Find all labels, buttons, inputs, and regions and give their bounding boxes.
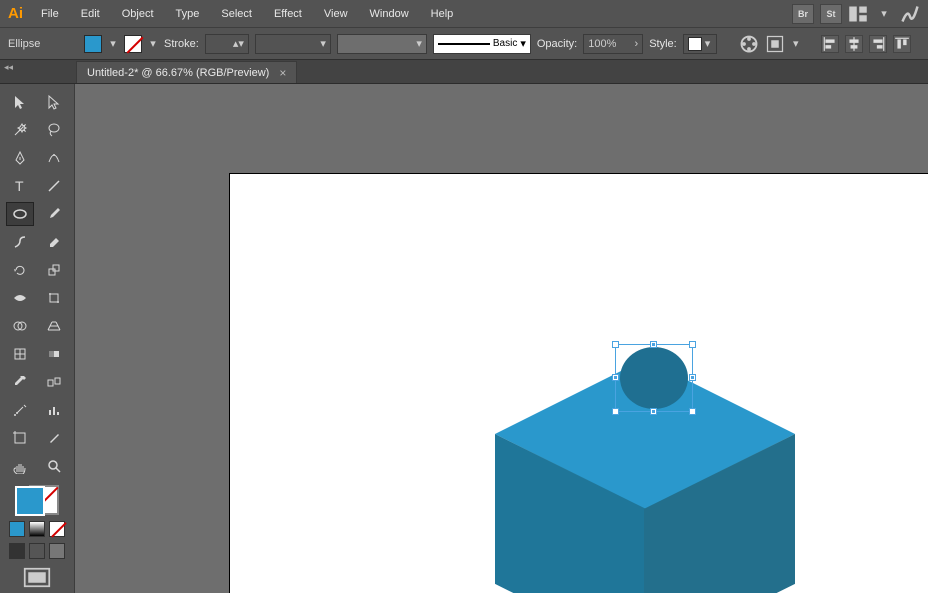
line-tool[interactable] [40,174,68,198]
free-transform-tool[interactable] [40,286,68,310]
control-bar: Ellipse ▾ ▾ Stroke: ▴▾ ▾ ▾ Basic ▾ Opaci… [0,28,928,60]
scale-tool[interactable] [40,258,68,282]
stroke-swatch[interactable] [124,35,142,53]
canvas[interactable] [75,84,928,593]
resize-handle[interactable] [612,408,619,415]
eraser-tool[interactable] [40,230,68,254]
fill-dropdown-icon[interactable]: ▾ [108,35,118,53]
variable-width-profile[interactable]: ▾ [255,34,331,54]
collapse-panel-icon[interactable]: ◂◂ [4,62,13,73]
close-icon[interactable]: × [279,66,286,80]
fill-swatch[interactable] [84,35,102,53]
pencil-tool[interactable] [6,230,34,254]
hand-tool[interactable] [6,454,34,478]
align-panel-icon[interactable] [765,34,785,54]
shape-builder-tool[interactable] [6,314,34,338]
resize-handle[interactable] [689,341,696,348]
app-logo: Ai [8,5,23,22]
selection-bounding-box[interactable] [615,344,693,412]
menu-window[interactable]: Window [362,4,417,24]
document-tab-strip: ◂◂ Untitled-2* @ 66.67% (RGB/Preview) × [0,60,928,84]
zoom-tool[interactable] [40,454,68,478]
ellipse-tool[interactable] [6,202,34,226]
gpu-performance-icon[interactable] [900,4,920,24]
mesh-tool[interactable] [6,342,34,366]
type-tool[interactable]: T [6,174,34,198]
align-left-button[interactable] [821,35,839,53]
chevron-down-icon[interactable]: ▾ [874,4,894,24]
selection-tool[interactable] [6,90,34,114]
anchor-point[interactable] [651,342,656,347]
menu-help[interactable]: Help [423,4,462,24]
stroke-weight-input[interactable]: ▴▾ [205,34,249,54]
anchor-point[interactable] [651,409,656,414]
stepper-icon[interactable]: ▴▾ [233,37,244,50]
stroke-dropdown-icon[interactable]: ▾ [148,35,158,53]
magic-wand-tool[interactable] [6,118,34,142]
graphic-style[interactable]: ▾ [683,34,717,54]
menu-edit[interactable]: Edit [73,4,108,24]
perspective-grid-tool[interactable] [40,314,68,338]
column-graph-tool[interactable] [40,398,68,422]
rotate-tool[interactable] [6,258,34,282]
selected-tool-label: Ellipse [8,38,78,50]
eyedropper-tool[interactable] [6,370,34,394]
curvature-tool[interactable] [40,146,68,170]
pen-tool[interactable] [6,146,34,170]
draw-behind-button[interactable] [29,543,45,559]
direct-selection-tool[interactable] [40,90,68,114]
menu-bar: Ai File Edit Object Type Select Effect V… [0,0,928,28]
symbol-sprayer-tool[interactable] [6,398,34,422]
document-tab[interactable]: Untitled-2* @ 66.67% (RGB/Preview) × [76,61,297,83]
menu-type[interactable]: Type [168,4,208,24]
lasso-tool[interactable] [40,118,68,142]
workspace: T [0,84,928,593]
opacity-label: Opacity: [537,38,577,50]
draw-inside-button[interactable] [49,543,65,559]
bridge-button[interactable]: Br [792,4,814,24]
menu-effect[interactable]: Effect [266,4,310,24]
paintbrush-tool[interactable] [40,202,68,226]
color-mode-button[interactable] [9,521,25,537]
menu-select[interactable]: Select [213,4,260,24]
menu-view[interactable]: View [316,4,356,24]
chevron-down-icon[interactable]: ▾ [320,37,326,50]
toolbox: T [0,84,75,593]
brush-definition[interactable]: Basic ▾ [433,34,531,54]
stroke-preview-icon [438,43,490,45]
align-center-h-button[interactable] [845,35,863,53]
anchor-point[interactable] [613,375,618,380]
slice-tool[interactable] [40,426,68,450]
align-top-button[interactable] [893,35,911,53]
gradient-mode-button[interactable] [29,521,45,537]
fill-indicator[interactable] [15,486,45,516]
anchor-point[interactable] [690,375,695,380]
none-mode-button[interactable] [49,521,65,537]
stock-button[interactable]: St [820,4,842,24]
svg-text:T: T [15,178,24,194]
screen-mode-button[interactable] [23,567,51,587]
fill-stroke-indicator[interactable] [15,486,59,515]
opacity-input[interactable]: 100%› [583,34,643,54]
recolor-artwork-icon[interactable] [739,34,759,54]
style-label: Style: [649,38,677,50]
resize-handle[interactable] [689,408,696,415]
draw-normal-button[interactable] [9,543,25,559]
document-tab-title: Untitled-2* @ 66.67% (RGB/Preview) [87,67,269,79]
gradient-tool[interactable] [40,342,68,366]
width-tool[interactable] [6,286,34,310]
menu-object[interactable]: Object [114,4,162,24]
chevron-down-icon[interactable]: ▾ [791,35,801,53]
brush-definition-disabled: ▾ [337,34,427,54]
align-right-button[interactable] [869,35,887,53]
blend-tool[interactable] [40,370,68,394]
resize-handle[interactable] [612,341,619,348]
menu-file[interactable]: File [33,4,67,24]
arrange-documents-icon[interactable] [848,4,868,24]
artboard-tool[interactable] [6,426,34,450]
stroke-label: Stroke: [164,38,199,50]
